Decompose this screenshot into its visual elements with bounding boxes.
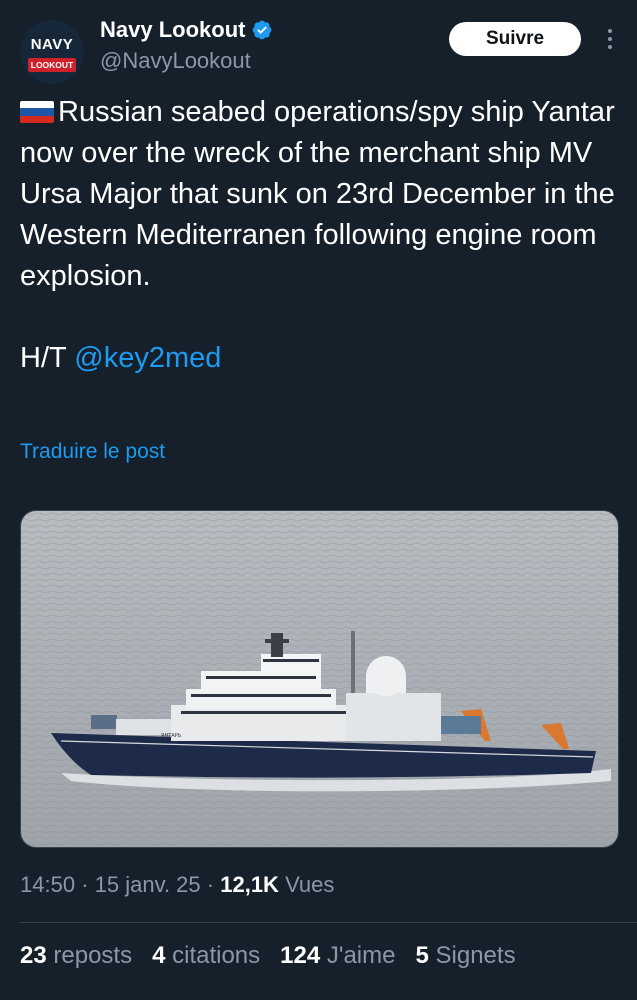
avatar-text-lookout: LOOKOUT xyxy=(28,58,76,72)
tweet-time[interactable]: 14:50 xyxy=(20,872,75,897)
ht-prefix: H/T xyxy=(20,342,75,374)
avatar-text-navy: NAVY xyxy=(30,36,74,53)
citations-stat[interactable]: 4 citations xyxy=(152,942,260,970)
translate-post-link[interactable]: Traduire le post xyxy=(20,440,165,464)
engagement-stats: 23 reposts 4 citations 124 J'aime 5 Sign… xyxy=(20,942,516,970)
avatar[interactable]: NAVY LOOKOUT xyxy=(20,20,84,84)
views-count: 12,1K xyxy=(220,872,279,897)
likes-label: J'aime xyxy=(326,942,396,969)
bookmarks-count: 5 xyxy=(415,942,429,969)
author-names: Navy Lookout @NavyLookout xyxy=(100,16,273,74)
views-label: Vues xyxy=(285,872,335,897)
author-handle[interactable]: @NavyLookout xyxy=(100,48,273,74)
bookmarks-label: Signets xyxy=(435,942,516,969)
follow-button[interactable]: Suivre xyxy=(449,22,581,56)
reposts-stat[interactable]: 23 reposts xyxy=(20,942,132,970)
likes-count: 124 xyxy=(280,942,321,969)
russia-flag-icon xyxy=(20,101,54,123)
tweet-text: Russian seabed operations/spy ship Yanta… xyxy=(20,92,620,379)
hull-name-text: ЯНТАРЬ xyxy=(161,733,182,739)
tweet-meta: 14:50 · 15 janv. 25 · 12,1K Vues xyxy=(20,872,335,897)
citations-label: citations xyxy=(172,942,261,969)
tweet-media-image[interactable]: ЯНТАРЬ xyxy=(20,510,619,848)
tweet-date[interactable]: 15 janv. 25 xyxy=(95,872,201,897)
tweet-header: NAVY LOOKOUT Navy Lookout @NavyLookout S… xyxy=(20,16,617,84)
mention-link[interactable]: @key2med xyxy=(74,342,221,374)
author-display-name[interactable]: Navy Lookout xyxy=(100,16,273,44)
divider xyxy=(20,922,637,923)
display-name-text: Navy Lookout xyxy=(100,17,246,42)
reposts-count: 23 xyxy=(20,942,47,969)
verified-badge-icon xyxy=(253,20,272,40)
tweet-body: Russian seabed operations/spy ship Yanta… xyxy=(20,96,623,292)
more-options-icon[interactable] xyxy=(603,26,617,52)
reposts-label: reposts xyxy=(53,942,133,969)
likes-stat[interactable]: 124 J'aime xyxy=(280,942,395,970)
ship-photo: ЯНТАРЬ xyxy=(21,511,618,847)
bookmarks-stat[interactable]: 5 Signets xyxy=(415,942,515,970)
citations-count: 4 xyxy=(152,942,166,969)
